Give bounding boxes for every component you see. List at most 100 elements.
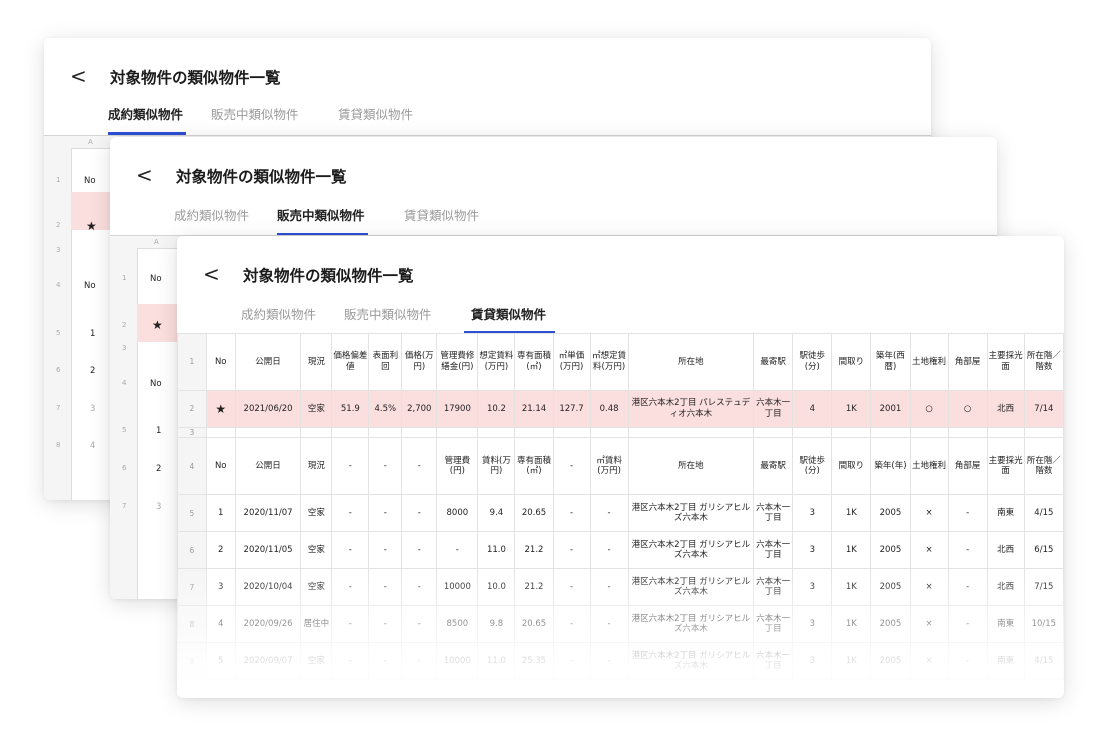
tab-rental-similar[interactable]: 賃貸類似物件 — [471, 304, 546, 323]
header-cell: No — [205, 333, 236, 391]
data-cell: 六本木一丁目 — [753, 642, 794, 681]
cell-no: 1 — [156, 426, 162, 436]
back-chevron-icon[interactable]: < — [70, 66, 87, 86]
target-cell: 1K — [831, 390, 872, 428]
data-cell: × — [909, 531, 949, 570]
row-number: 5 — [56, 329, 61, 337]
data-cell: 南東 — [986, 605, 1025, 644]
row-number: 2 — [122, 321, 127, 329]
tab-rental-similar[interactable]: 賃貸類似物件 — [404, 205, 479, 224]
data-cell: - — [331, 531, 370, 570]
data-cell: 9.4 — [477, 494, 516, 533]
data-cell: 10.0 — [477, 568, 516, 607]
tab-on-sale-similar[interactable]: 販売中類似物件 — [344, 304, 432, 323]
data-cell: 3 — [792, 531, 833, 570]
header-cell: 築年(西暦) — [870, 333, 911, 391]
data-cell: 空家 — [300, 531, 333, 570]
row-number: 8 — [56, 441, 61, 449]
target-cell: 4.5% — [368, 390, 403, 428]
header-cell: 現況 — [300, 333, 333, 391]
data-cell: - — [947, 494, 988, 533]
table-row: 8 4 2020/09/26 居住中 - - -8500 9.8 20.65- - 港区六本木2丁目… — [177, 605, 1064, 644]
cell-no-header: No — [84, 176, 96, 186]
row-number: 7 — [177, 568, 207, 607]
data-cell: 10/15 — [1023, 605, 1064, 644]
header-cell: 主要採光面 — [986, 437, 1025, 496]
header-cell: 賃料(万円) — [477, 437, 516, 496]
back-chevron-icon[interactable]: < — [136, 165, 153, 185]
cell-no: 3 — [156, 502, 162, 512]
tab-on-sale-similar[interactable]: 販売中類似物件 — [277, 205, 365, 224]
data-cell: - — [947, 531, 988, 570]
row-number: 1 — [122, 274, 127, 282]
row-number: 8 — [177, 605, 207, 644]
header-cell: - — [552, 437, 591, 496]
data-cell: - — [401, 494, 438, 533]
column-header: A — [88, 138, 93, 146]
data-cell: - — [589, 494, 629, 533]
data-cell: - — [552, 494, 591, 533]
data-cell: × — [909, 605, 949, 644]
data-cell: 9.8 — [477, 605, 516, 644]
header-cell: No — [205, 437, 236, 496]
empty-cell — [831, 426, 872, 439]
header-cell: 価格(万円) — [401, 333, 438, 391]
data-cell: 居住中 — [300, 605, 333, 644]
target-cell: 0.48 — [589, 390, 629, 428]
table-row: 7 3 2020/10/04 空家 - - -10000 10.0 21.2- - 港区六本木2丁目… — [177, 568, 1064, 607]
data-cell: 北西 — [986, 531, 1025, 570]
data-cell: - — [947, 642, 988, 681]
data-cell: - — [947, 605, 988, 644]
data-cell: 1K — [831, 605, 872, 644]
data-cell: 5 — [205, 642, 236, 681]
row-number: 3 — [122, 344, 127, 352]
tab-rental-similar[interactable]: 賃貸類似物件 — [338, 104, 413, 123]
data-cell: - — [331, 568, 370, 607]
data-cell: × — [909, 642, 949, 681]
rental-comparison-table: 1 No 公開日 現況 価格偏差値 表面利回 価格(万円) 管理費修繕金(円) 想定賃料(万円)… — [177, 333, 1064, 681]
data-cell: 港区六本木2丁目 ガリシアヒルズ六本木 — [627, 568, 755, 607]
data-cell: 8500 — [436, 605, 479, 644]
empty-cell — [436, 426, 479, 439]
header-cell: 土地権利 — [909, 333, 949, 391]
target-cell: ○ — [909, 390, 949, 428]
data-cell: 3 — [792, 494, 833, 533]
empty-cell — [753, 426, 794, 439]
tab-contract-similar[interactable]: 成約類似物件 — [241, 304, 316, 323]
data-cell: 1K — [831, 642, 872, 681]
row-number: 6 — [122, 464, 127, 472]
empty-cell — [986, 426, 1025, 439]
empty-cell — [300, 426, 333, 439]
header-cell: 専有面積(㎡) — [514, 333, 554, 391]
column-header: A — [154, 238, 159, 246]
data-cell: 北西 — [986, 568, 1025, 607]
row-number: 5 — [177, 494, 207, 533]
data-cell: 六本木一丁目 — [753, 531, 794, 570]
data-cell: 3 — [792, 642, 833, 681]
data-cell: 2005 — [870, 568, 911, 607]
data-cell: 2020/10/04 — [234, 568, 302, 607]
row-number: 3 — [56, 246, 61, 254]
data-cell: 11.0 — [477, 642, 516, 681]
empty-cell — [1023, 426, 1064, 439]
target-cell: 7/14 — [1023, 390, 1064, 428]
spacer-row: 3 — [177, 426, 1064, 439]
tab-contract-similar[interactable]: 成約類似物件 — [174, 205, 249, 224]
row-number: 2 — [56, 221, 61, 229]
tab-on-sale-similar[interactable]: 販売中類似物件 — [211, 104, 299, 123]
row-number: 4 — [122, 379, 127, 387]
data-cell: - — [552, 531, 591, 570]
tab-contract-similar[interactable]: 成約類似物件 — [108, 104, 183, 123]
header-cell: 主要採光面 — [986, 333, 1025, 391]
data-cell: 南東 — [986, 494, 1025, 533]
data-cell: 3 — [792, 568, 833, 607]
row-number: 2 — [177, 390, 207, 428]
data-cell: 港区六本木2丁目 ガリシアヒルズ六本木 — [627, 531, 755, 570]
data-cell: × — [909, 494, 949, 533]
data-cell: 六本木一丁目 — [753, 605, 794, 644]
page-title: 対象物件の類似物件一覧 — [110, 69, 281, 87]
data-cell: 2005 — [870, 531, 911, 570]
back-chevron-icon[interactable]: < — [203, 264, 220, 284]
data-cell: 3 — [792, 605, 833, 644]
table-row: 9 5 2020/09/07 空家 - - -10000 11.0 25.35- - 港区六本木2丁… — [177, 642, 1064, 681]
